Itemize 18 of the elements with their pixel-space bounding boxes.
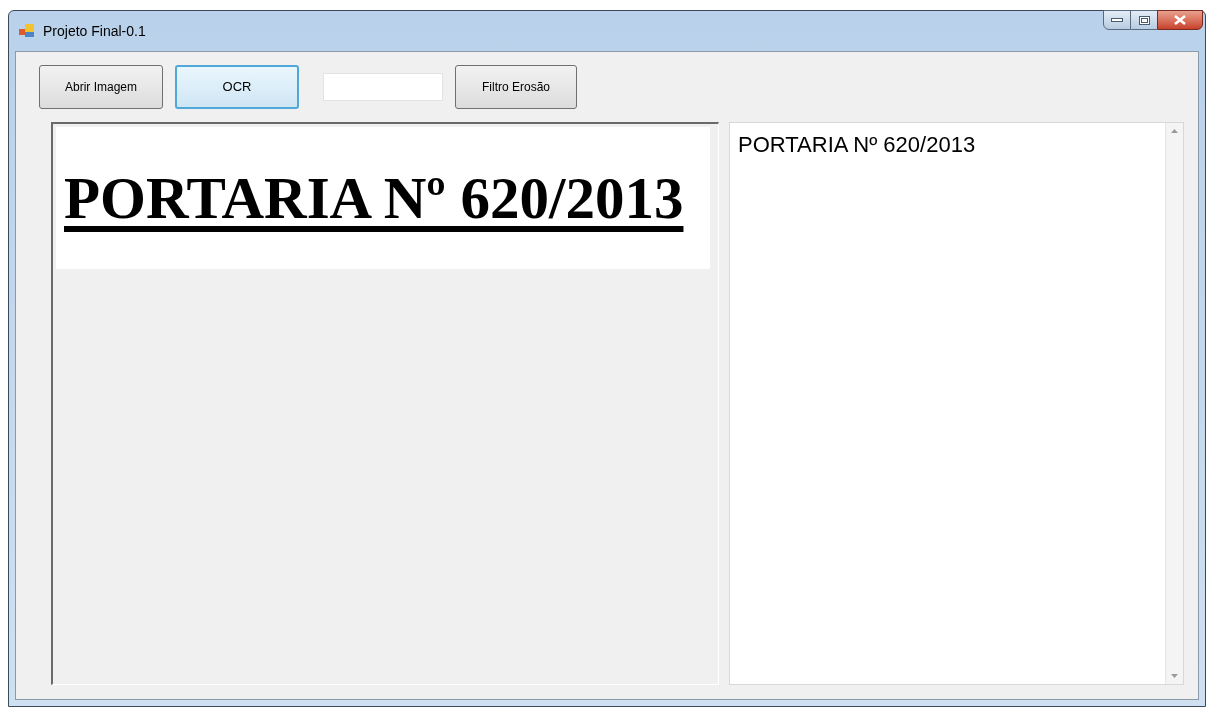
- text-output-area[interactable]: PORTARIA Nº 620/2013: [729, 122, 1184, 685]
- minimize-icon: [1111, 18, 1123, 22]
- close-button[interactable]: [1157, 10, 1203, 30]
- close-icon: [1174, 15, 1186, 25]
- minimize-button[interactable]: [1103, 10, 1131, 30]
- vertical-scrollbar[interactable]: [1165, 123, 1183, 684]
- maximize-button[interactable]: [1131, 10, 1157, 30]
- document-heading: PORTARIA Nº 620/2013: [64, 168, 684, 228]
- maximize-icon: [1138, 15, 1150, 25]
- ocr-button[interactable]: OCR: [175, 65, 299, 109]
- app-icon: [19, 24, 35, 38]
- open-image-button[interactable]: Abrir Imagem: [39, 65, 163, 109]
- window-title: Projeto Final-0.1: [43, 21, 146, 41]
- scroll-down-icon: [1171, 674, 1178, 678]
- scroll-up-icon: [1171, 129, 1178, 133]
- erosion-filter-button[interactable]: Filtro Erosão: [455, 65, 577, 109]
- text-input-field[interactable]: [323, 73, 443, 101]
- output-text: PORTARIA Nº 620/2013: [737, 131, 977, 159]
